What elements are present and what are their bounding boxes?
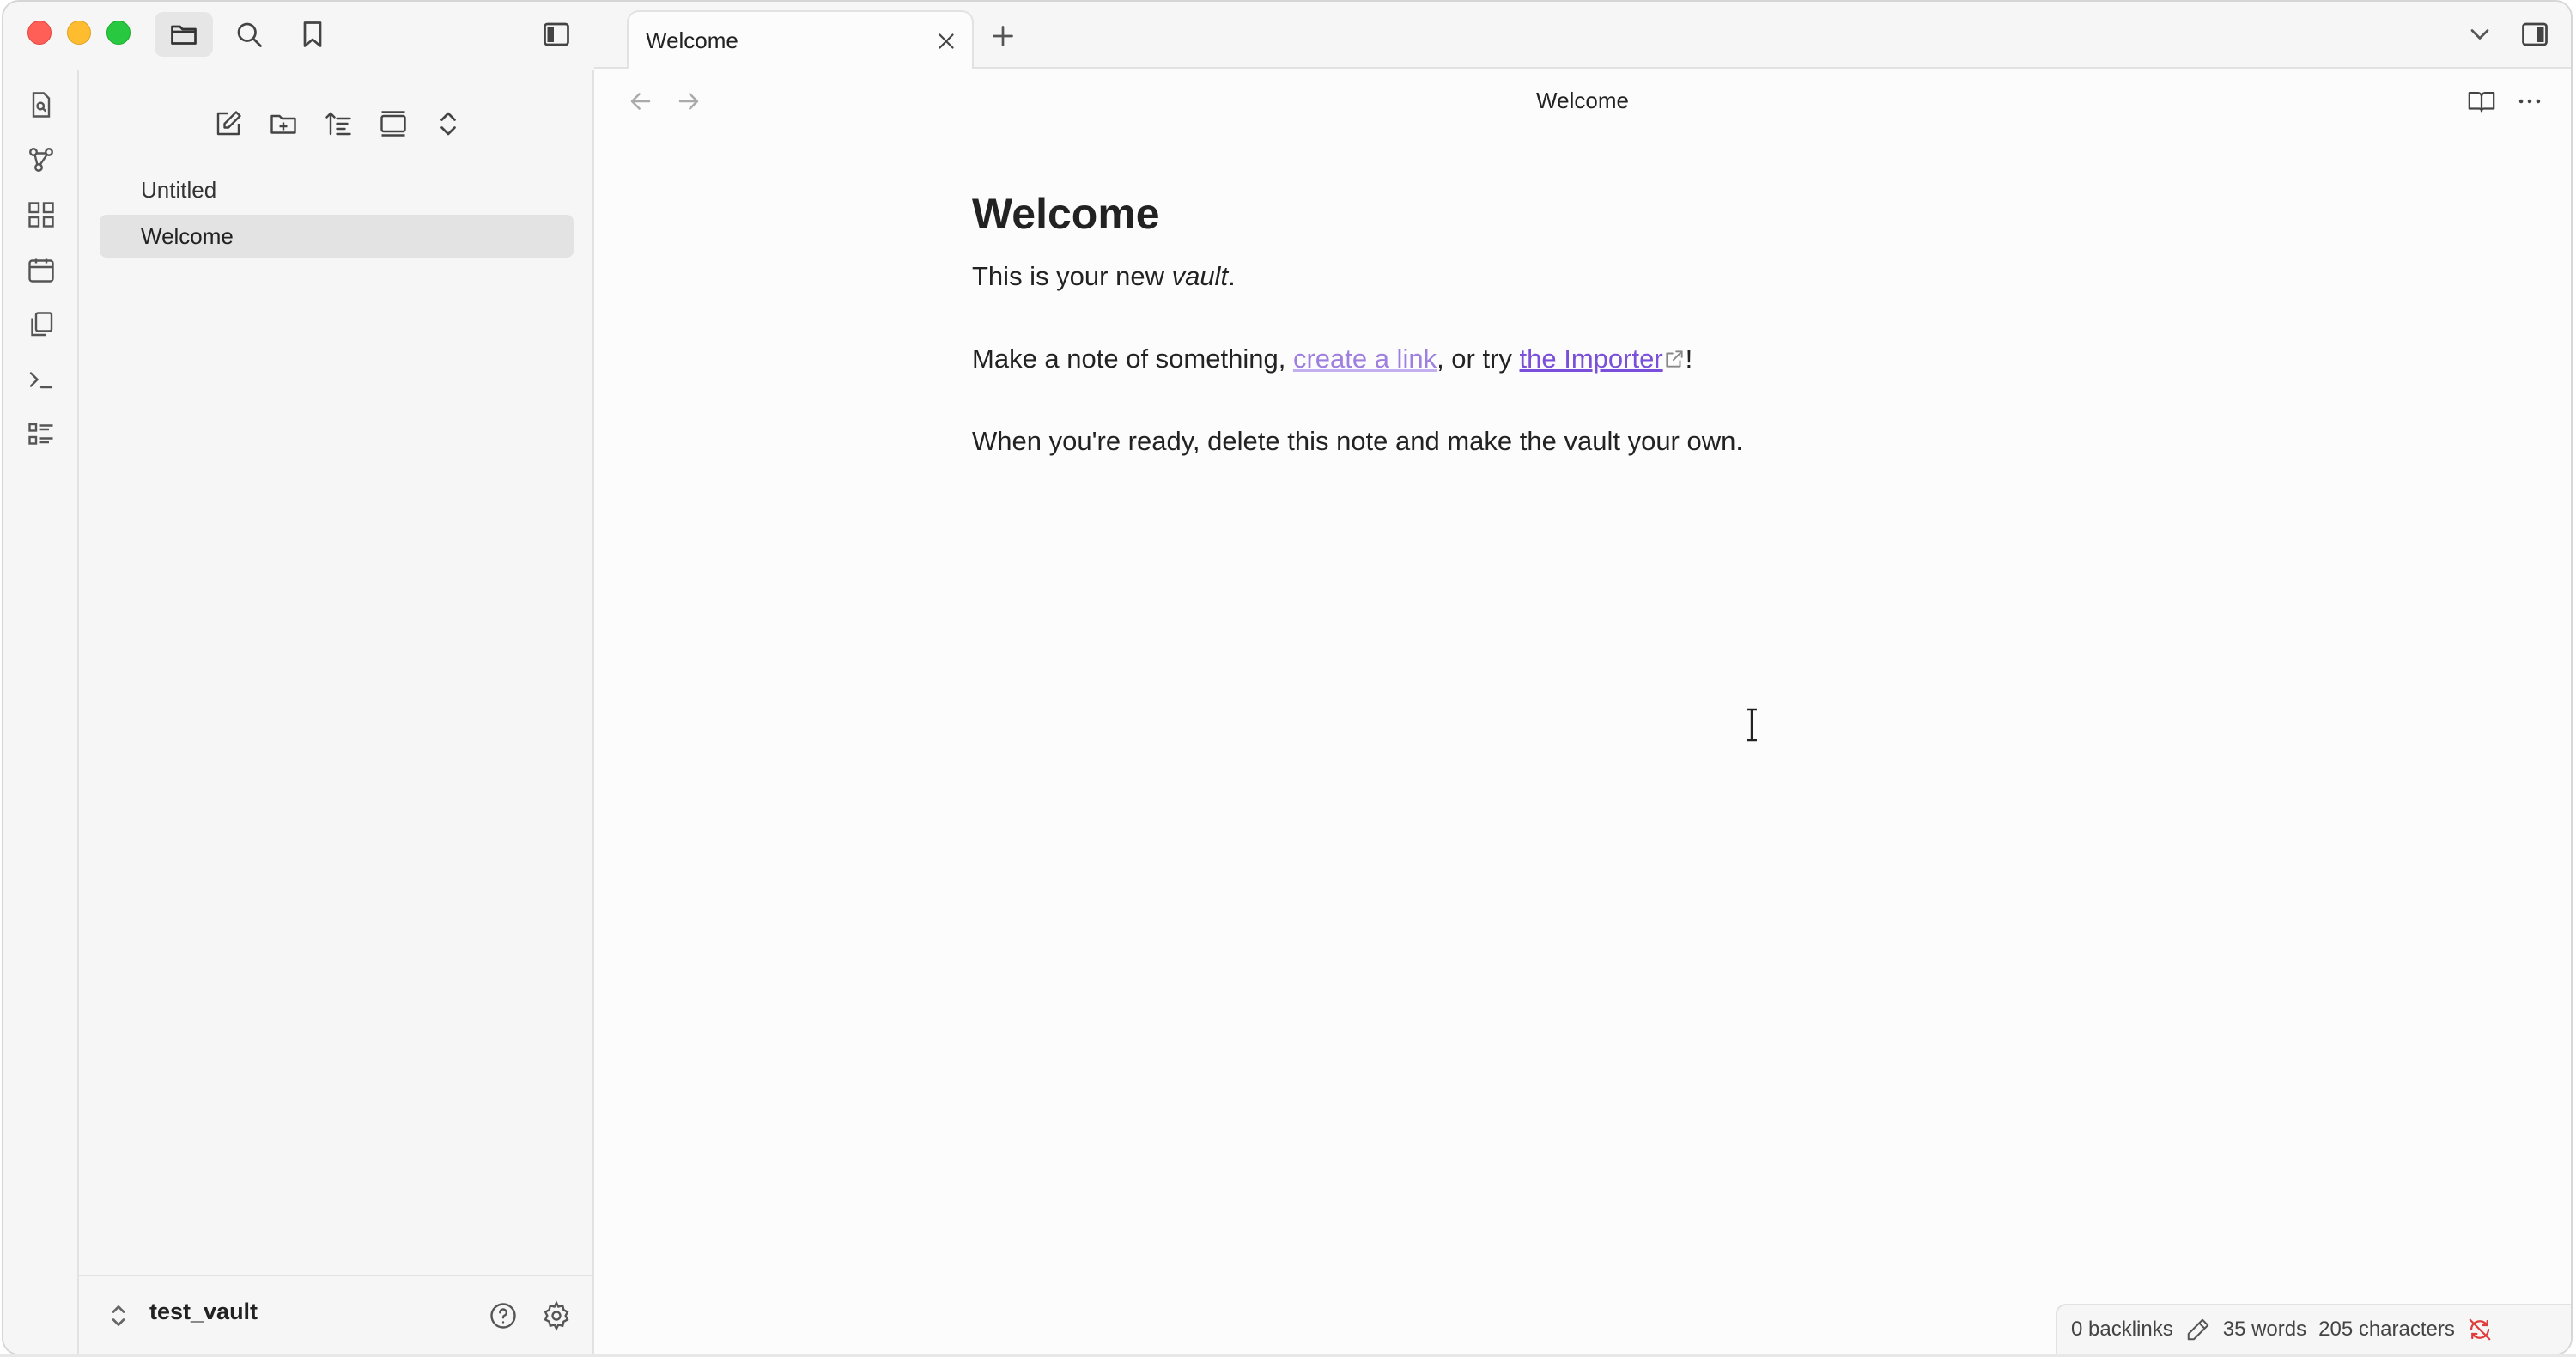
folder-icon (171, 25, 197, 45)
sync-off-icon[interactable] (2467, 1317, 2493, 1342)
more-horizontal-icon (2518, 99, 2541, 104)
tab-label: Welcome (646, 27, 738, 53)
text-cursor-icon (1747, 708, 1757, 742)
text-run: This is your new (972, 261, 1172, 291)
text-run: ! (1685, 344, 1693, 374)
file-item-welcome[interactable]: Welcome (100, 215, 574, 258)
ribbon-canvas[interactable] (21, 194, 62, 235)
new-note-button[interactable] (208, 103, 249, 144)
toggle-right-sidebar-button[interactable] (2516, 15, 2554, 53)
left-titlebar (3, 2, 594, 70)
ribbon-graph-view[interactable] (21, 139, 62, 180)
desktop-background (0, 1354, 2576, 1357)
gear-icon (544, 1300, 569, 1331)
canvas-icon (28, 202, 54, 228)
external-link-icon (1666, 350, 1683, 368)
search-button[interactable] (220, 12, 278, 57)
vault-switcher-button[interactable] (101, 1299, 136, 1333)
help-button[interactable] (486, 1299, 520, 1333)
view-header: Welcome (594, 69, 2571, 132)
paragraph-closing: When you're ready, delete this note and … (972, 426, 1743, 456)
word-count: 35 words (2222, 1317, 2307, 1341)
close-icon (939, 33, 954, 49)
text-run: , or try (1437, 344, 1520, 374)
backlinks-count[interactable]: 0 backlinks (2071, 1317, 2173, 1342)
editor-pane: Welcome Welcome This is your new vault. … (594, 69, 2571, 1354)
right-sidebar-icon (2522, 22, 2548, 46)
file-explorer-toolbar (79, 88, 592, 158)
sidebar-toggle-icon (544, 22, 569, 46)
new-folder-icon (270, 114, 296, 134)
file-item-untitled[interactable]: Untitled (100, 168, 574, 211)
calendar-icon (28, 258, 54, 283)
minimize-window-button[interactable] (67, 21, 91, 45)
new-folder-button[interactable] (263, 103, 304, 144)
list-icon (28, 423, 53, 445)
new-tab-button[interactable] (984, 17, 1022, 55)
vault-name[interactable]: test_vault (149, 1299, 258, 1325)
tab-list-button[interactable] (2461, 15, 2499, 53)
ribbon-daily-notes[interactable] (21, 249, 62, 290)
ribbon (3, 70, 79, 1354)
plus-icon (993, 26, 1013, 46)
sort-button[interactable] (318, 103, 359, 144)
settings-button[interactable] (539, 1299, 574, 1333)
expand-collapse-button[interactable] (428, 103, 469, 144)
auto-reveal-button[interactable] (373, 103, 414, 144)
vault-footer: test_vault (79, 1275, 592, 1354)
internal-link-create-a-link[interactable]: create a link (1293, 344, 1437, 374)
external-link-importer[interactable]: the Importer (1520, 344, 1663, 374)
collapse-icon (380, 111, 406, 137)
ribbon-quick-switcher[interactable] (21, 84, 62, 125)
bookmark-icon (303, 21, 322, 47)
terminal-icon (29, 372, 53, 389)
note-heading: Welcome (972, 190, 1160, 238)
emphasis-vault: vault (1171, 261, 1229, 291)
bookmarks-button[interactable] (283, 12, 342, 57)
graph-icon (29, 148, 53, 172)
search-icon (237, 22, 262, 47)
pencil-icon[interactable] (2185, 1317, 2211, 1342)
toggle-left-sidebar-button[interactable] (527, 12, 586, 57)
ribbon-command-palette[interactable] (21, 359, 62, 400)
more-options-button[interactable] (2512, 84, 2547, 119)
copy-icon (31, 312, 53, 337)
help-icon (490, 1303, 516, 1329)
paragraph-intro: This is your new vault. (972, 258, 2002, 295)
reading-view-button[interactable] (2464, 84, 2499, 119)
file-item-label: Welcome (141, 223, 234, 249)
file-explorer-sidebar: Untitled Welcome test_vault (79, 70, 594, 1354)
chevron-down-icon (2470, 29, 2489, 40)
paragraph-links: Make a note of something, create a link,… (972, 340, 2002, 378)
view-title[interactable]: Welcome (594, 88, 2571, 114)
sort-icon (325, 112, 351, 136)
zoom-window-button[interactable] (106, 21, 131, 45)
file-item-label: Untitled (141, 177, 217, 203)
tab-close-button[interactable] (933, 27, 960, 55)
chevron-up-down-icon (112, 1305, 125, 1326)
app-window: Untitled Welcome test_vault Welcome Welc… (2, 0, 2573, 1355)
file-search-icon (32, 92, 51, 118)
note-content[interactable]: Welcome This is your new vault. Make a n… (972, 189, 2002, 505)
status-bar: 0 backlinks 35 words 205 characters (2056, 1304, 2571, 1354)
expand-icon (440, 112, 456, 136)
new-note-icon (216, 111, 241, 136)
ribbon-outline[interactable] (21, 414, 62, 455)
tab-bar: Welcome (594, 2, 2571, 70)
ribbon-templates[interactable] (21, 304, 62, 345)
text-run: Make a note of something, (972, 344, 1293, 374)
character-count: 205 characters (2318, 1317, 2455, 1341)
tab-welcome[interactable]: Welcome (627, 10, 974, 70)
close-window-button[interactable] (27, 21, 52, 45)
file-explorer-button[interactable] (155, 12, 213, 57)
book-open-icon (2468, 91, 2495, 113)
text-run: . (1228, 261, 1236, 291)
